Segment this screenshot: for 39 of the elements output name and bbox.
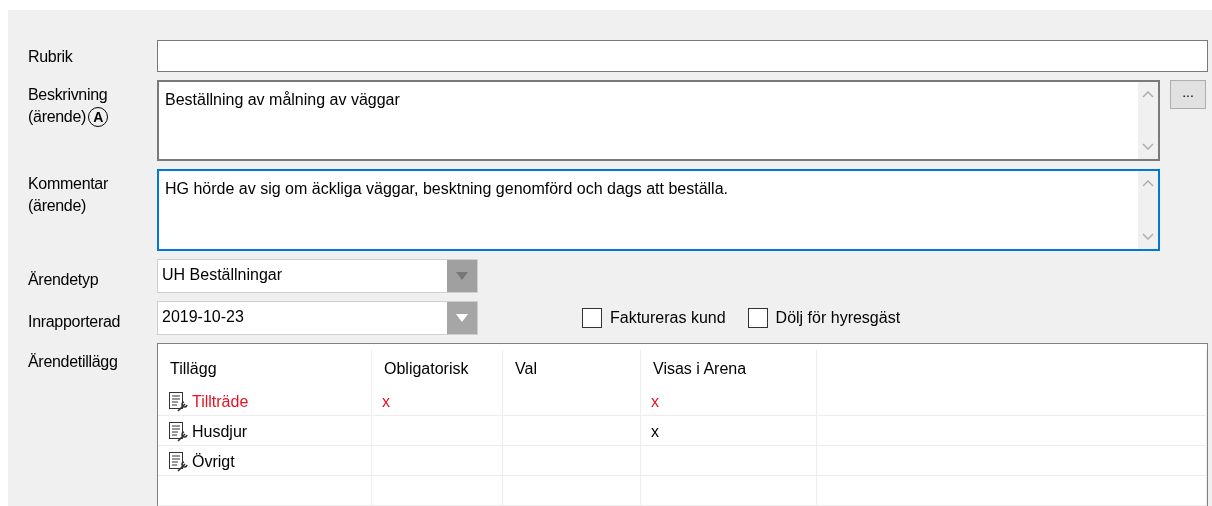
field-label: Beskrivning [28,85,109,105]
column-header[interactable]: Val [503,350,641,386]
field-label: Ärendetyp [28,270,100,290]
table-cell: x [382,393,390,411]
dropdown-value: 2019-10-23 [161,307,245,327]
text-area-value: Beställning av målning av väggar [164,90,401,110]
checkbox-label: Dölj för hyresgäst [775,309,901,327]
text-area[interactable]: HG hörde av sig om äckliga väggar, besktning genomförd och dags att beställa. [157,169,1160,251]
scroll-up-icon[interactable] [1142,90,1154,98]
field-label: Kommentar [28,174,109,194]
checkbox[interactable] [747,308,768,328]
column-header[interactable]: Tillägg [158,350,372,386]
dropdown-value: UH Beställningar [161,265,284,285]
form-wrench-icon [168,391,190,413]
scroll-down-icon[interactable] [1142,233,1154,241]
input-field[interactable] [157,40,1208,72]
scroll-up-icon[interactable] [1142,179,1154,187]
column-header[interactable]: Visas i Arena [641,350,817,386]
field-label: Rubrik [28,47,74,67]
column-header[interactable]: Obligatorisk [372,350,503,386]
text-area-value: HG hörde av sig om äckliga väggar, besktning genomförd och dags att beställa. [164,179,729,199]
browse-button[interactable]: ... [1170,80,1206,109]
text-area[interactable]: Beställning av målning av väggar [157,80,1160,161]
field-label: Inrapporterad [28,312,122,332]
table-cell: Husdjur [192,423,248,441]
table-cell: Övrigt [192,453,235,471]
field-label: Ärendetillägg [28,352,119,372]
scroll-down-icon[interactable] [1142,143,1154,151]
form-wrench-icon [168,451,190,473]
table-cell: Tillträde [192,393,249,411]
form-wrench-icon [168,421,190,443]
field-label: (ärende) [28,107,87,127]
dropdown[interactable]: 2019-10-23 [157,301,478,335]
checkbox-label: Faktureras kund [610,309,726,327]
checkbox[interactable] [582,308,602,328]
dropdown-arrow-icon[interactable] [456,314,468,322]
table-cell: x [651,423,659,441]
table-cell: x [651,393,659,411]
field-label: (ärende) [28,196,87,216]
